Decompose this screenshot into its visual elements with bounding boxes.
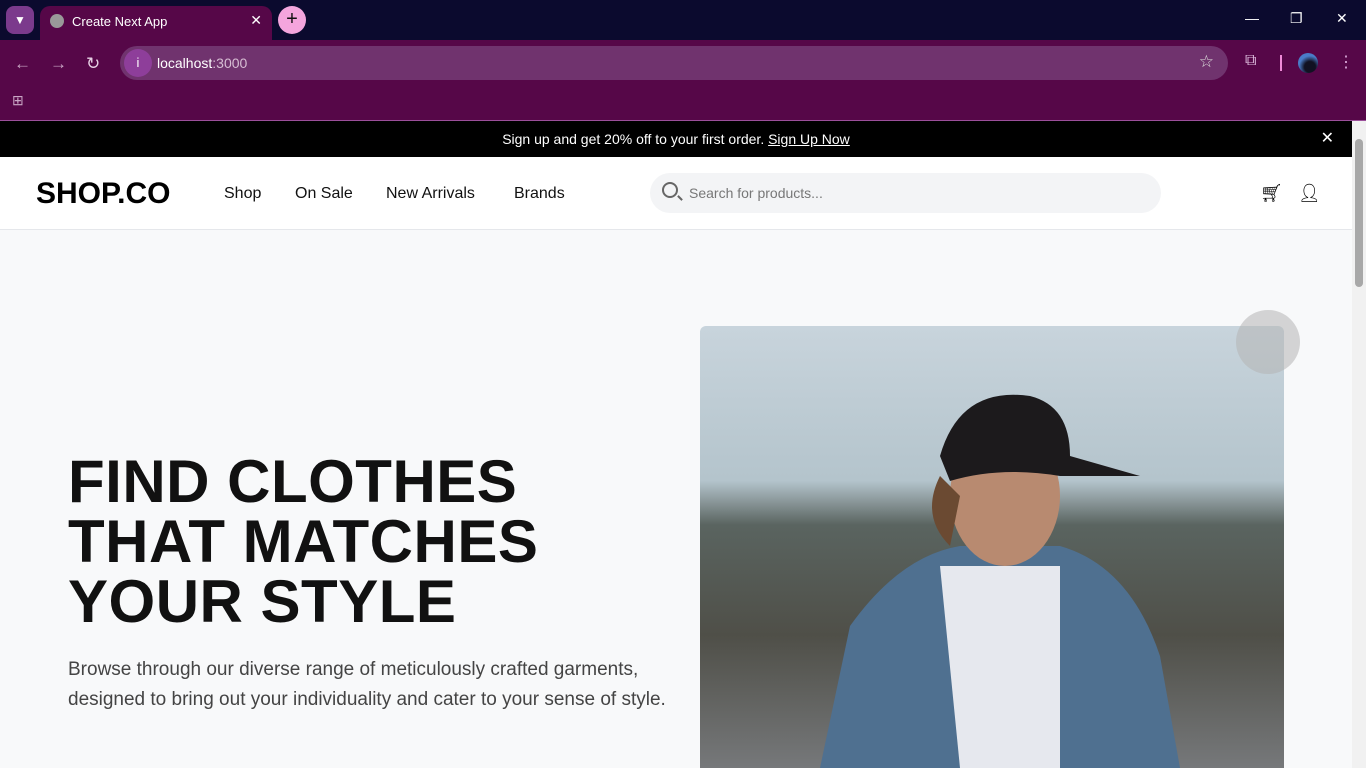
close-tab-icon[interactable]: ✕ — [250, 12, 262, 29]
logo[interactable]: SHOP.CO — [36, 177, 171, 211]
user-icon[interactable]: 👤︎ — [1298, 183, 1321, 204]
close-window-button[interactable]: ✕ — [1336, 10, 1348, 27]
search-icon — [662, 182, 678, 198]
tab-search-button[interactable]: ▼ — [6, 6, 34, 34]
decorative-circle — [1236, 310, 1300, 374]
browser-tab[interactable]: Create Next App ✕ — [40, 6, 272, 40]
nav-on-sale[interactable]: On Sale — [295, 185, 353, 203]
nav-new-arrivals[interactable]: New Arrivals — [386, 185, 475, 203]
site-info-icon[interactable]: i — [124, 49, 152, 77]
search-box — [650, 173, 1161, 213]
profile-avatar[interactable] — [1298, 53, 1318, 73]
cart-icon[interactable]: 🛒︎ — [1260, 183, 1283, 204]
site-header: SHOP.CO Shop On Sale New Arrivals Brands… — [0, 157, 1352, 230]
hero-title: FIND CLOTHES THAT MATCHES YOUR STYLE — [68, 448, 539, 635]
divider — [1280, 55, 1282, 71]
reload-button[interactable]: ↻ — [86, 54, 100, 74]
apps-grid-icon[interactable]: ⊞ — [12, 92, 24, 109]
close-banner-icon[interactable]: ✕ — [1321, 121, 1334, 157]
scrollbar[interactable] — [1352, 121, 1366, 768]
new-tab-button[interactable]: + — [278, 6, 306, 34]
nav-shop[interactable]: Shop — [224, 185, 261, 203]
model-illustration — [820, 394, 1180, 768]
scrollbar-thumb[interactable] — [1355, 139, 1363, 287]
sign-up-link[interactable]: Sign Up Now — [768, 131, 850, 147]
back-button[interactable]: ← — [14, 54, 31, 74]
browser-toolbar: ← → ↻ i localhost:3000 ☆ ⧉ ⋮ ⊞ — [0, 40, 1366, 121]
menu-icon[interactable]: ⋮ — [1338, 52, 1354, 72]
browser-tab-bar: ▼ Create Next App ✕ + — ❐ ✕ — [0, 0, 1366, 40]
hero-description: Browse through our diverse range of meti… — [68, 659, 666, 710]
address-bar[interactable]: i localhost:3000 ☆ — [120, 46, 1228, 80]
minimize-button[interactable]: — — [1245, 10, 1259, 26]
globe-icon — [50, 14, 64, 28]
url-text[interactable]: localhost:3000 — [157, 55, 247, 71]
forward-button[interactable]: → — [50, 54, 67, 74]
tab-title: Create Next App — [72, 14, 168, 29]
hero-image — [700, 326, 1284, 768]
bookmark-star-icon[interactable]: ☆ — [1199, 52, 1214, 72]
promo-text: Sign up and get 20% off to your first or… — [502, 131, 765, 147]
extensions-icon[interactable]: ⧉ — [1245, 52, 1256, 70]
promo-banner: Sign up and get 20% off to your first or… — [0, 121, 1352, 157]
search-input[interactable] — [689, 173, 1149, 213]
nav-brands[interactable]: Brands — [514, 185, 565, 203]
restore-button[interactable]: ❐ — [1290, 10, 1303, 27]
